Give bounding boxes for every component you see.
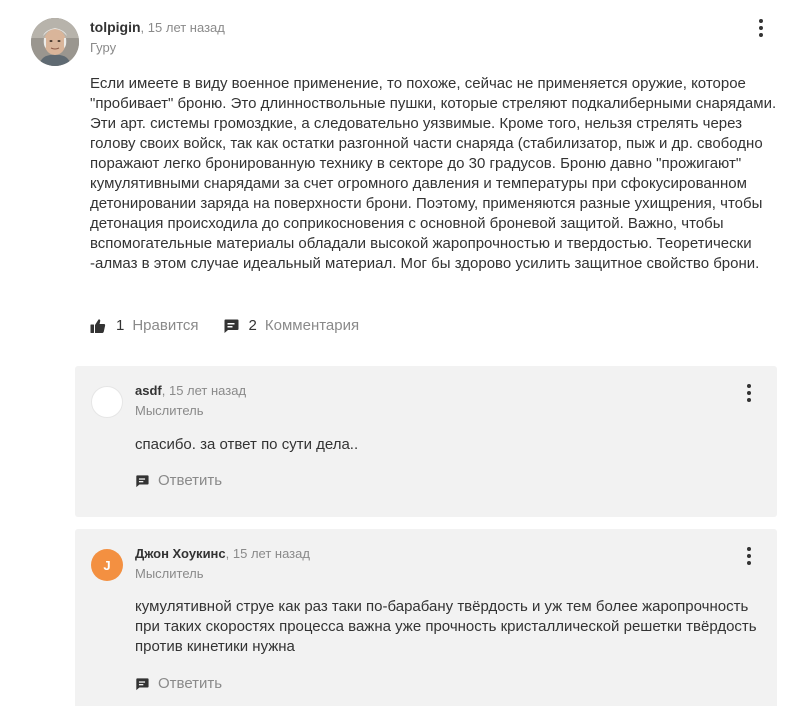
- comment-author-line: asdf, 15 лет назад: [135, 382, 246, 399]
- comment-card: J Джон Хоукинс, 15 лет назад Мыслитель к…: [75, 529, 777, 706]
- answer-more-button[interactable]: [751, 17, 771, 39]
- answer-text: Если имеете в виду военное применение, т…: [90, 75, 777, 272]
- author-avatar[interactable]: [31, 18, 79, 66]
- comment-separator: ,: [225, 546, 233, 561]
- comment-avatar[interactable]: [91, 386, 123, 418]
- comment-text: спасибо. за ответ по сути дела..: [135, 436, 359, 453]
- comment-author-rank: Мыслитель: [135, 566, 204, 581]
- answer-card: tolpigin, 15 лет назад Гуру Если имеете …: [0, 0, 802, 360]
- more-vertical-icon-dot: [747, 391, 751, 395]
- avatar-photo-image: [31, 18, 79, 66]
- comments-button[interactable]: 2 Комментария: [223, 316, 360, 336]
- comment-author-rank: Мыслитель: [135, 403, 204, 418]
- like-label: Нравится: [132, 317, 199, 334]
- answer-author-name[interactable]: tolpigin: [90, 19, 141, 35]
- comments-count: 2: [248, 317, 257, 334]
- comment-author-name[interactable]: asdf: [135, 383, 162, 398]
- comment-card: asdf, 15 лет назад Мыслитель спасибо. за…: [75, 366, 777, 517]
- more-vertical-icon: [747, 384, 751, 388]
- reply-button[interactable]: Ответить: [135, 472, 222, 489]
- avatar-initial: J: [103, 557, 111, 573]
- answer-separator: ,: [140, 20, 148, 35]
- answer-author-line: tolpigin, 15 лет назад: [90, 19, 225, 36]
- more-vertical-icon-dot: [747, 561, 751, 565]
- answer-author-rank: Гуру: [90, 40, 117, 55]
- like-count: 1: [116, 317, 125, 334]
- reply-bubble-icon: [136, 677, 149, 690]
- answer-actions: 1 Нравится 2 Комментария: [90, 316, 359, 336]
- comment-separator: ,: [161, 383, 169, 398]
- reply-label: Ответить: [158, 472, 223, 489]
- reply-bubble-icon: [136, 474, 149, 487]
- more-vertical-icon-dot: [759, 26, 763, 30]
- comments-label: Комментария: [264, 317, 360, 334]
- more-vertical-icon-dot: [747, 554, 751, 558]
- more-vertical-icon-dot: [747, 398, 751, 402]
- more-vertical-icon: [759, 19, 763, 23]
- comment-text: кумулятивной струе как раз таки по-бараб…: [135, 598, 757, 655]
- comment-bubble-icon: [224, 319, 239, 333]
- comment-time: 15 лет назад: [168, 383, 247, 398]
- more-vertical-icon-dot: [759, 33, 763, 37]
- reply-button[interactable]: Ответить: [135, 675, 222, 692]
- comment-author-line: Джон Хоукинс, 15 лет назад: [135, 545, 310, 562]
- comment-avatar[interactable]: J: [91, 549, 123, 581]
- more-vertical-icon: [747, 547, 751, 551]
- comment-more-button[interactable]: [739, 382, 759, 404]
- answer-time: 15 лет назад: [147, 20, 225, 35]
- reply-label: Ответить: [158, 675, 223, 692]
- comment-time: 15 лет назад: [232, 546, 310, 561]
- thumbs-up-icon: [90, 319, 106, 333]
- comment-more-button[interactable]: [739, 545, 759, 567]
- comment-author-name[interactable]: Джон Хоукинс: [135, 546, 226, 561]
- like-button[interactable]: 1 Нравится: [90, 316, 199, 336]
